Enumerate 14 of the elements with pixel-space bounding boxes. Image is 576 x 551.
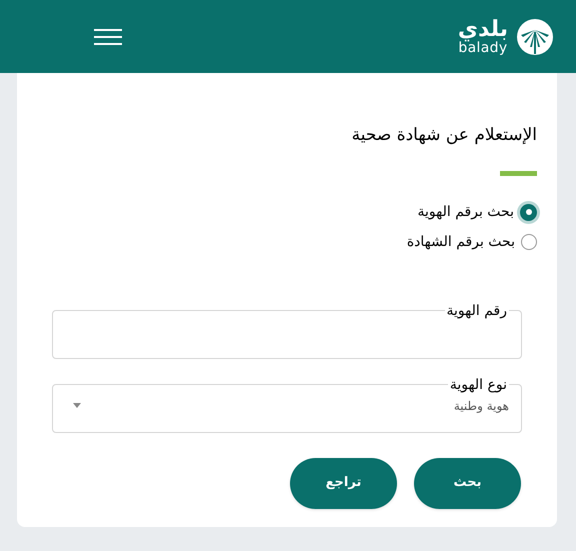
page-title: الإستعلام عن شهادة صحية — [350, 124, 537, 147]
radio-button[interactable] — [521, 234, 537, 250]
title-underline — [500, 170, 537, 176]
select-field[interactable]: نوع الهوية هوية وطنية — [52, 376, 522, 432]
search-button[interactable]: بحث — [414, 458, 521, 508]
input-field[interactable]: رقم الهوية — [52, 302, 522, 358]
search-option[interactable]: بحث برقم الشهادة — [406, 232, 537, 252]
back-button[interactable]: تراجع — [290, 458, 397, 508]
logo-arabic-text: بلدي — [458, 18, 508, 40]
radio-button[interactable] — [520, 204, 537, 220]
dropdown-caret-icon — [73, 403, 81, 408]
logo-latin-text: balady — [458, 40, 508, 54]
search-option[interactable]: بحث برقم الهوية — [418, 202, 537, 222]
palm-tree-logo-icon — [516, 18, 554, 56]
